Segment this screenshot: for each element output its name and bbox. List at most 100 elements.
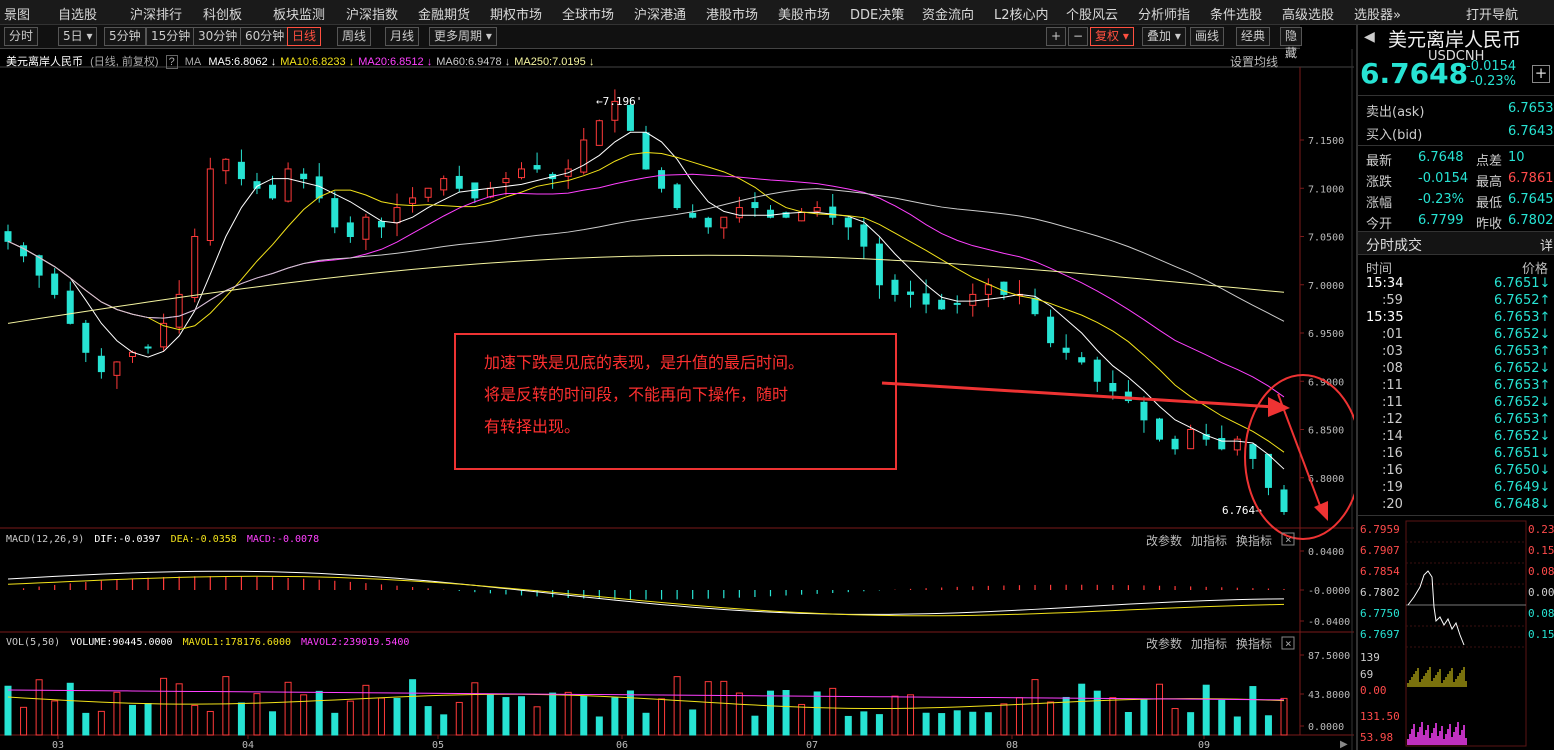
mini-left-label: 0.00 xyxy=(1360,684,1387,697)
menu-item-18[interactable]: 高级选股 xyxy=(1282,4,1334,23)
price-tick-label: 6.8500 xyxy=(1308,426,1344,437)
volume-bar xyxy=(502,697,510,736)
tool-button-6[interactable]: 隐藏 xyxy=(1280,27,1303,60)
macd-edit-params-button[interactable]: 改参数 xyxy=(1146,532,1182,549)
tick-time: :59 xyxy=(1382,293,1403,308)
volume-bar xyxy=(844,715,852,736)
volume-bar xyxy=(486,693,494,736)
top-menu-bar: 景图 自选股 沪深排行 科创板 板块监测 沪深指数 金融期货 期权市场 全球市场 沪深港通 港股市场… xyxy=(0,0,1554,25)
menu-item-10[interactable]: 港股市场 xyxy=(706,4,758,23)
tool-button-5[interactable]: 经典 xyxy=(1236,27,1271,46)
candle-body xyxy=(160,322,168,348)
ma-settings-button[interactable]: 设置均线 xyxy=(1230,53,1278,70)
period-tab-3[interactable]: 15分钟 xyxy=(146,27,196,46)
menu-item-9[interactable]: 沪深港通 xyxy=(634,4,686,23)
price-tick-label: 6.8000 xyxy=(1308,474,1344,485)
mini-left-label: 6.7750 xyxy=(1360,607,1400,620)
tool-button-2[interactable]: 复权 ▾ xyxy=(1090,27,1134,46)
vol-legend: VOL(5,50) VOLUME:90445.0000 MAVOL1:17817… xyxy=(6,637,413,648)
ma-legend-item-2: MA20:6.8512 ↓ xyxy=(358,56,433,68)
menu-item-19[interactable]: 选股器» xyxy=(1354,4,1401,23)
volume-bar xyxy=(206,710,214,736)
menu-item-1[interactable]: 自选股 xyxy=(58,4,97,23)
period-tab-8[interactable]: 月线 xyxy=(385,27,420,46)
tick-time: :19 xyxy=(1382,480,1403,495)
stat-3-0: 今开 xyxy=(1366,217,1393,232)
vol-edit-params-button[interactable]: 改参数 xyxy=(1146,635,1182,652)
side-change: -0.0154 xyxy=(1466,59,1517,74)
period-tab-9[interactable]: 更多周期 ▾ xyxy=(429,27,497,46)
candle-body xyxy=(393,207,401,224)
tick-price: 6.7651↓ xyxy=(1494,276,1551,291)
volume-bar xyxy=(455,701,463,736)
candle-body xyxy=(673,184,681,209)
vol-add-indicator-button[interactable]: 加指标 xyxy=(1191,635,1227,652)
tick-price: 6.7652↑ xyxy=(1494,293,1551,308)
chart-area[interactable]: ▶ 7.1500 7.1000 7.0500 7.0000 6.9500 6.9000 6.8… xyxy=(0,49,1354,750)
volume-bar xyxy=(813,691,821,736)
candle-body xyxy=(206,168,214,242)
menu-item-16[interactable]: 分析师指 xyxy=(1138,4,1190,23)
menu-item-13[interactable]: 资金流向 xyxy=(922,4,974,23)
collapse-left-icon[interactable]: ◀ xyxy=(1364,29,1375,45)
menu-item-3[interactable]: 科创板 xyxy=(203,4,242,23)
period-tab-6[interactable]: 日线 xyxy=(287,27,322,46)
intraday-mini-chart[interactable]: 6.7959 6.7907 6.7854 6.7802 6.7750 6.7697 139 6… xyxy=(1358,517,1554,750)
period-tab-4[interactable]: 30分钟 xyxy=(193,27,243,46)
tool-button-1[interactable]: − xyxy=(1068,27,1089,46)
candle-body xyxy=(1249,444,1257,459)
mini-left-label: 139 xyxy=(1360,651,1380,664)
menu-item-14[interactable]: L2核心内 xyxy=(994,4,1049,23)
vol-switch-indicator-button[interactable]: 换指标 xyxy=(1236,635,1272,652)
mavol1-line xyxy=(7,693,1285,710)
period-tab-0[interactable]: 分时 xyxy=(4,27,39,46)
candle-body xyxy=(502,178,510,184)
candle-body xyxy=(595,120,603,146)
tick-price: 6.7652↓ xyxy=(1494,395,1551,410)
tick-detail-button[interactable]: 详 xyxy=(1540,235,1553,254)
volume-bar xyxy=(1140,698,1148,736)
volume-bar xyxy=(66,682,74,736)
volume-bar xyxy=(82,712,90,736)
macd-dea: DEA:-0.0358 xyxy=(170,534,237,545)
candle-body xyxy=(1280,489,1288,513)
menu-item-4[interactable]: 板块监测 xyxy=(273,4,325,23)
menu-item-0[interactable]: 景图 xyxy=(4,4,30,23)
tick-time: :11 xyxy=(1382,378,1403,393)
annotation-box: 加速下跌是见底的表现，是升值的最后时间。 将是反转的时间段，不能再向下操作，随时… xyxy=(454,333,897,470)
volume-bar xyxy=(1249,686,1257,736)
tool-button-4[interactable]: 画线 xyxy=(1190,27,1225,46)
period-tab-7[interactable]: 周线 xyxy=(337,27,372,46)
menu-item-12[interactable]: DDE决策 xyxy=(850,4,904,23)
volume-bar xyxy=(113,691,121,736)
candle-body xyxy=(829,206,837,218)
menu-item-7[interactable]: 期权市场 xyxy=(490,4,542,23)
period-tab-5[interactable]: 60分钟 xyxy=(240,27,290,46)
menu-item-17[interactable]: 条件选股 xyxy=(1210,4,1262,23)
macd-add-indicator-button[interactable]: 加指标 xyxy=(1191,532,1227,549)
menu-item-20[interactable]: 打开导航 xyxy=(1466,4,1518,23)
period-tab-1[interactable]: 5日 ▾ xyxy=(58,27,98,46)
price-tick-label: 7.0000 xyxy=(1308,281,1344,292)
menu-item-11[interactable]: 美股市场 xyxy=(778,4,830,23)
tool-button-0[interactable]: + xyxy=(1046,27,1067,46)
chart-subtitle: (日线, 前复权) xyxy=(90,56,159,68)
menu-item-2[interactable]: 沪深排行 xyxy=(130,4,182,23)
help-icon[interactable]: ? xyxy=(165,55,178,69)
volume-bar xyxy=(891,695,899,736)
macd-switch-indicator-button[interactable]: 换指标 xyxy=(1236,532,1272,549)
annotation-line-3: 有转择出现。 xyxy=(484,417,581,436)
volume-bar xyxy=(1202,684,1210,736)
add-watchlist-icon[interactable]: + xyxy=(1532,65,1550,83)
vol-volume: VOLUME:90445.0000 xyxy=(70,637,173,648)
menu-item-15[interactable]: 个股风云 xyxy=(1066,4,1118,23)
volume-bar xyxy=(549,692,557,736)
candle-body xyxy=(984,284,992,295)
menu-item-8[interactable]: 全球市场 xyxy=(562,4,614,23)
period-tab-2[interactable]: 5分钟 xyxy=(104,27,146,46)
volume-bar xyxy=(1156,683,1164,736)
menu-item-5[interactable]: 沪深指数 xyxy=(346,4,398,23)
menu-item-6[interactable]: 金融期货 xyxy=(418,4,470,23)
candle-body xyxy=(331,198,339,228)
tool-button-3[interactable]: 叠加 ▾ xyxy=(1142,27,1186,46)
